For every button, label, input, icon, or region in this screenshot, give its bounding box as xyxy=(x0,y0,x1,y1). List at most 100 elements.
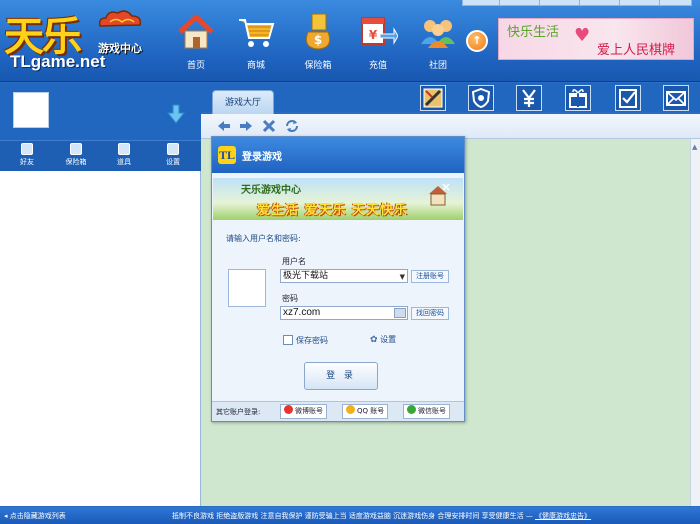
password-value: xz7.com xyxy=(283,307,321,318)
top-strip xyxy=(462,0,692,6)
password-field[interactable]: xz7.com xyxy=(280,306,408,320)
mail-button[interactable] xyxy=(663,85,689,111)
wechat-login-button[interactable]: 微信账号 xyxy=(403,404,450,419)
checklist-button[interactable] xyxy=(615,85,641,111)
left-tool-bar: 好友 保险箱 道具 设置 xyxy=(0,140,201,171)
safe-label: 保险箱 xyxy=(65,158,87,166)
wechat-icon xyxy=(407,405,416,414)
login-dialog: TL 登录游戏 天乐游戏中心 爱生活 爱天乐 天天快乐 请输入用户名和密码: 用… xyxy=(211,136,465,422)
stop-x-icon[interactable] xyxy=(262,119,276,133)
props-label: 道具 xyxy=(117,158,131,166)
mail-icon xyxy=(666,91,686,106)
find-password-link[interactable]: 找回密码 xyxy=(411,307,449,320)
username-field[interactable]: 极光下载站 ▼ xyxy=(280,269,408,283)
nav-safe-label: 保险箱 xyxy=(304,61,332,71)
hide-game-list-toggle[interactable]: ◂ 点击隐藏游戏列表 xyxy=(4,511,66,521)
nav-safe[interactable]: $ 保险箱 xyxy=(292,12,344,74)
weibo-icon xyxy=(284,405,293,414)
settings-link[interactable]: ✿ 设置 xyxy=(370,334,396,345)
other-login-bar: 其它账户登录: 微博账号 QQ 账号 微信账号 xyxy=(212,401,464,421)
tab-game-hall[interactable]: 游戏大厅 xyxy=(212,90,274,114)
recharge-card-icon: ¥ xyxy=(361,17,398,45)
scroll-up-icon[interactable]: ▲ xyxy=(692,143,700,155)
arrow-down-icon[interactable] xyxy=(167,104,185,124)
hide-game-list-label: 点击隐藏游戏列表 xyxy=(9,512,66,520)
health-notice: 抵制不良游戏 拒绝盗版游戏 注意自我保护 谨防受骗上当 适度游戏益脑 沉迷游戏伤… xyxy=(172,511,696,521)
settings-icon xyxy=(167,143,179,155)
wechat-label: 微信账号 xyxy=(418,407,446,415)
yen-button[interactable] xyxy=(516,85,542,111)
yen-icon xyxy=(522,89,536,107)
nav-community-label: 社团 xyxy=(428,61,447,71)
map-icon xyxy=(423,88,443,108)
props-button[interactable]: 道具 xyxy=(104,143,144,167)
dialog-title-bar[interactable]: TL 登录游戏 xyxy=(212,137,464,173)
friends-icon xyxy=(21,143,33,155)
map-button[interactable] xyxy=(420,85,446,111)
login-button[interactable]: 登 录 xyxy=(304,362,378,390)
logo-url: TLgame.net xyxy=(10,52,106,71)
register-account-link[interactable]: 注册账号 xyxy=(411,270,449,283)
expand-circle-button[interactable]: ↑ xyxy=(466,30,488,52)
username-label: 用户名 xyxy=(282,257,306,266)
nav-shop[interactable]: 商城 xyxy=(230,12,282,74)
svg-text:¥: ¥ xyxy=(369,28,378,42)
health-notice-link[interactable]: 《健康游戏忠告》 xyxy=(535,512,591,520)
nav-home[interactable]: 首页 xyxy=(170,12,222,74)
app-logo[interactable]: 天乐 游戏中心 TLgame.net xyxy=(4,4,172,76)
dropdown-arrow-icon[interactable]: ▼ xyxy=(400,271,405,283)
qq-login-button[interactable]: QQ 账号 xyxy=(342,404,389,419)
user-avatar[interactable] xyxy=(13,92,49,128)
dialog-banner-line2: 爱生活 爱天乐 天天快乐 xyxy=(257,203,409,218)
password-label: 密码 xyxy=(282,294,298,303)
promo-banner[interactable]: 快乐生活 ♥ 爱上人民棋牌 xyxy=(498,18,694,60)
qq-label: QQ 账号 xyxy=(357,407,385,415)
banner-line1: 快乐生活 xyxy=(507,25,560,40)
gift-icon xyxy=(569,89,587,108)
checklist-icon xyxy=(619,89,637,108)
shield-icon xyxy=(471,87,491,109)
friends-button[interactable]: 好友 xyxy=(7,143,47,167)
logo-cloud-icon xyxy=(98,10,142,27)
health-notice-text: 抵制不良游戏 拒绝盗版游戏 注意自我保护 谨防受骗上当 适度游戏益脑 沉迷游戏伤… xyxy=(172,512,533,520)
forward-arrow-icon[interactable] xyxy=(239,119,253,133)
refresh-icon[interactable] xyxy=(285,119,299,133)
back-arrow-icon[interactable] xyxy=(217,119,231,133)
safe-button[interactable]: 保险箱 xyxy=(56,143,96,167)
remember-password-label[interactable]: 保存密码 xyxy=(296,335,328,346)
shopping-cart-icon xyxy=(239,19,275,47)
nav-home-label: 首页 xyxy=(186,61,205,71)
nav-community[interactable]: 社团 xyxy=(412,12,464,74)
qq-icon xyxy=(346,405,355,414)
svg-text:$: $ xyxy=(314,33,322,47)
banner-line2: 爱上人民棋牌 xyxy=(597,43,676,58)
dialog-banner: 天乐游戏中心 爱生活 爱天乐 天天快乐 xyxy=(213,178,463,220)
tl-logo-icon: TL xyxy=(218,146,236,164)
other-accounts-label: 其它账户登录: xyxy=(216,408,261,416)
gift-button[interactable] xyxy=(565,85,591,111)
nav-shop-label: 商城 xyxy=(246,61,265,71)
dialog-banner-line1: 天乐游戏中心 xyxy=(241,185,301,196)
shield-button[interactable] xyxy=(468,85,494,111)
weibo-login-button[interactable]: 微博账号 xyxy=(280,404,327,419)
community-people-icon xyxy=(421,20,455,48)
nav-recharge-label: 充值 xyxy=(368,61,387,71)
friends-label: 好友 xyxy=(20,158,34,166)
money-bag-icon: $ xyxy=(305,13,331,50)
nav-recharge[interactable]: ¥ 充值 xyxy=(352,12,404,74)
vertical-scrollbar[interactable]: ▲ xyxy=(690,139,700,506)
keyboard-icon[interactable] xyxy=(394,308,406,318)
settings-tool-label: 设置 xyxy=(166,158,180,166)
windmill-house-icon xyxy=(429,183,450,206)
safe-icon xyxy=(70,143,82,155)
remember-password-checkbox[interactable] xyxy=(283,335,293,345)
status-bar: ◂ 点击隐藏游戏列表 抵制不良游戏 拒绝盗版游戏 注意自我保护 谨防受骗上当 适… xyxy=(0,507,700,524)
heart-icon: ♥ xyxy=(574,25,591,46)
props-icon xyxy=(118,143,130,155)
home-icon xyxy=(178,14,214,49)
login-prompt: 请输入用户名和密码: xyxy=(226,234,301,243)
top-bar: 天乐 游戏中心 TLgame.net 首页 商城 $ 保险箱 ¥ 充值 社团 ↑… xyxy=(0,0,700,82)
settings-button[interactable]: 设置 xyxy=(153,143,193,167)
username-value: 极光下载站 xyxy=(283,271,329,281)
game-list-panel[interactable] xyxy=(0,171,201,506)
